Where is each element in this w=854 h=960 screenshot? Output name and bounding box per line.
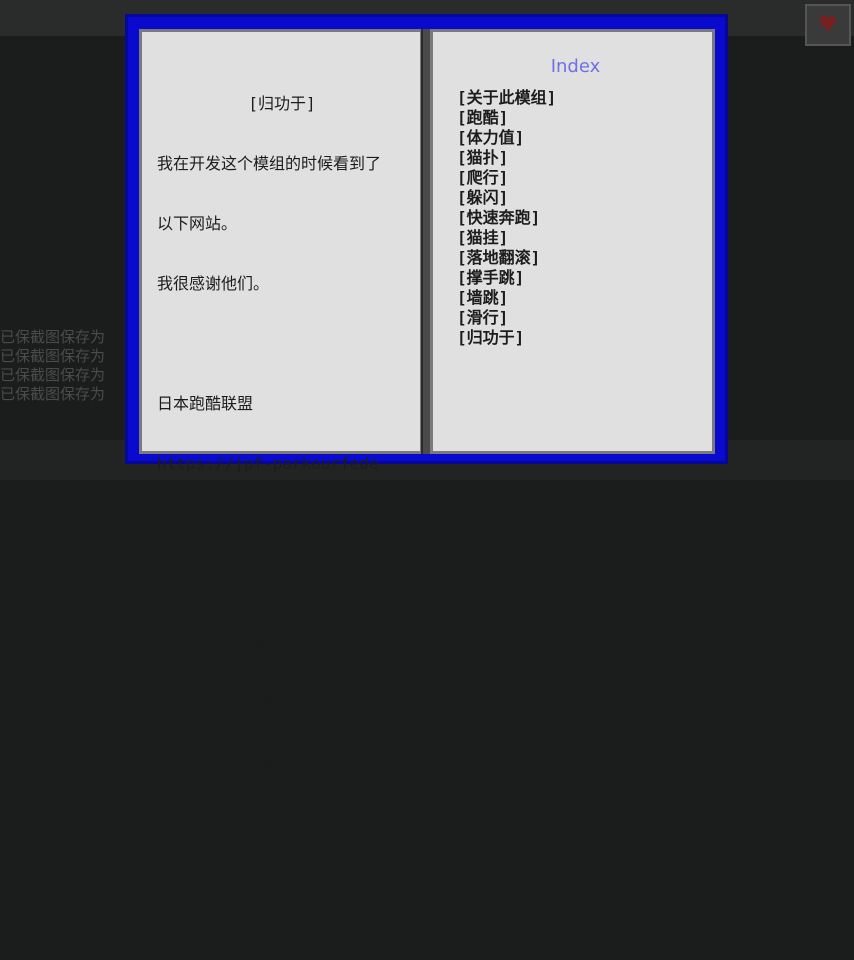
index-item-parkour[interactable]: [跑酷] xyxy=(457,108,697,128)
chat-line: 已保截图保存为 xyxy=(0,366,106,384)
heart-slot: ♥ xyxy=(805,4,851,46)
index-item-credits[interactable]: [归功于] xyxy=(457,328,697,348)
text-line: 我很感谢他们。 xyxy=(157,274,270,293)
index-item-crawl[interactable]: [爬行] xyxy=(457,168,697,188)
text-line xyxy=(157,334,417,354)
index-item-cat-leap[interactable]: [猫扑] xyxy=(457,148,697,168)
text-line: This book is translated xyxy=(157,874,379,893)
right-page: Index [关于此模组] [跑酷] [体力值] [猫扑] [爬行] [躲闪] … xyxy=(430,29,715,454)
link-line: https://jpf-parkourfede xyxy=(157,454,379,473)
text-line: by CatalystGinger. xyxy=(157,934,331,953)
chat-line: 已保截图保存为 xyxy=(0,347,106,365)
text-line: 我在开发这个模组的时候看到了 xyxy=(157,154,382,173)
index-item-wall-jump[interactable]: [墙跳] xyxy=(457,288,697,308)
text-line xyxy=(157,814,417,834)
index-title: Index xyxy=(550,56,601,77)
link-line: ration.jp/ xyxy=(157,514,254,533)
index-item-vault[interactable]: [撑手跳] xyxy=(457,268,697,288)
index-item-dodge[interactable]: [躲闪] xyxy=(457,188,697,208)
index-item-slide[interactable]: [滑行] xyxy=(457,308,697,328)
index-item-about[interactable]: [关于此模组] xyxy=(457,88,697,108)
text-line: 以下网站。 xyxy=(157,214,238,233)
text-line xyxy=(157,574,417,594)
index-item-breakfall[interactable]: [落地翻滚] xyxy=(457,248,697,268)
link-line: https://parkour.fandom.c xyxy=(157,694,389,713)
credits-text: [归功于] 我在开发这个模组的时候看到了 以下网站。 我很感谢他们。 日本跑酷联… xyxy=(157,54,417,960)
link-line: om/wiki/Parkour xyxy=(157,754,302,773)
chat-line: 已保截图保存为 xyxy=(0,385,106,403)
guide-book: [归功于] 我在开发这个模组的时候看到了 以下网站。 我很感谢他们。 日本跑酷联… xyxy=(125,14,728,953)
index-item-stamina[interactable]: [体力值] xyxy=(457,128,697,148)
text-line: 日本跑酷联盟 xyxy=(157,394,254,413)
left-page: [归功于] 我在开发这个模组的时候看到了 以下网站。 我很感谢他们。 日本跑酷联… xyxy=(139,29,423,953)
index-item-fast-run[interactable]: [快速奔跑] xyxy=(457,208,697,228)
heart-icon: ♥ xyxy=(820,10,836,40)
text-line: 维基跑酷粉丝圈 xyxy=(157,634,270,653)
index-item-cling[interactable]: [猫挂] xyxy=(457,228,697,248)
chat-log: 已保截图保存为 已保截图保存为 已保截图保存为 已保截图保存为 xyxy=(0,328,130,404)
index-list: [关于此模组] [跑酷] [体力值] [猫扑] [爬行] [躲闪] [快速奔跑]… xyxy=(457,88,697,348)
left-page-title: [归功于] xyxy=(248,94,316,113)
chat-line: 已保截图保存为 xyxy=(0,328,106,346)
